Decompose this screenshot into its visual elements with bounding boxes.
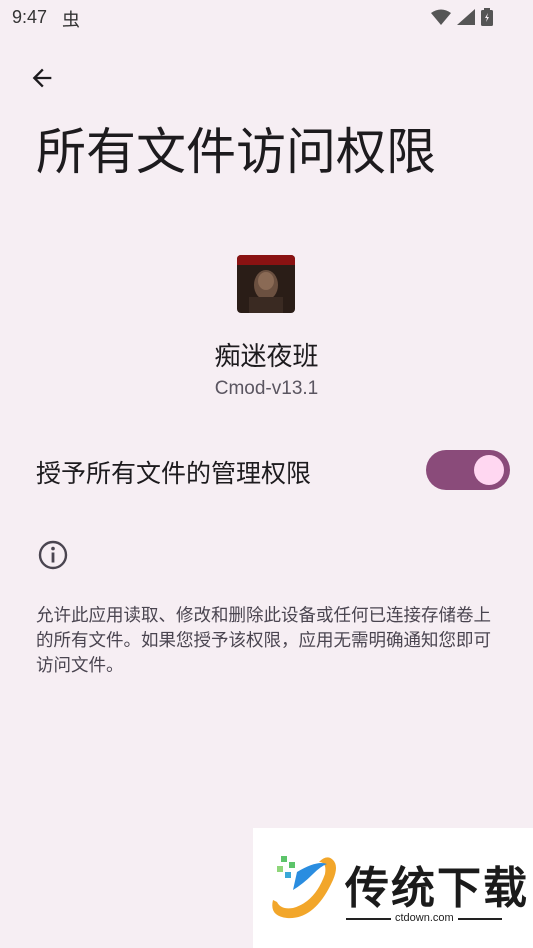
bug-icon: 虫 [62,10,80,31]
info-icon [38,540,68,570]
back-button[interactable] [22,58,62,98]
app-version: Cmod-v13.1 [214,378,319,399]
app-icon [237,255,295,313]
signal-icon [457,9,475,25]
status-icons [431,8,493,26]
page-title: 所有文件访问权限 [36,123,436,181]
status-bar: 9:47 虫 [0,0,533,36]
watermark-url: ctdown.com [391,912,458,924]
toggle-label: 授予所有文件的管理权限 [36,459,312,488]
toggle-knob [474,455,504,485]
battery-icon [481,8,493,26]
status-time: 9:47 [12,7,48,27]
app-name: 痴迷夜班 [214,342,319,372]
watermark-logo-icon [272,856,336,919]
watermark: 传统下载 ctdown.com [253,828,533,948]
permission-description: 允许此应用读取、修改和删除此设备或任何已连接存储卷上的所有文件。如果您授予该权限… [36,606,491,676]
watermark-brand: 传统下载 [345,863,529,914]
all-files-access-toggle[interactable] [426,450,510,490]
wifi-icon [431,9,451,25]
arrow-back-icon [32,68,52,88]
